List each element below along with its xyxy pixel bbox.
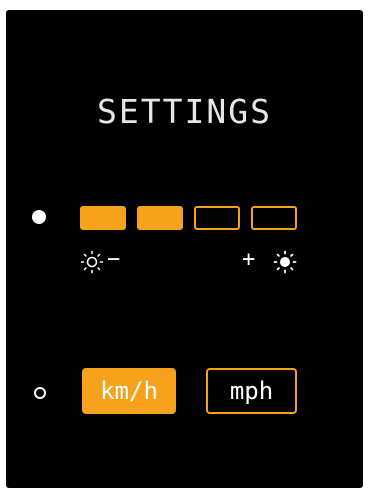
sun-dim-icon[interactable] [80, 250, 104, 274]
brightness-level-1[interactable] [80, 206, 126, 230]
brightness-level-2[interactable] [137, 206, 183, 230]
settings-screen: SETTINGS − + km/h mph [6, 10, 363, 488]
brightness-row-indicator [32, 210, 46, 224]
brightness-increase-sign[interactable]: + [242, 247, 255, 273]
brightness-level-4[interactable] [251, 206, 297, 230]
brightness-decrease-sign[interactable]: − [107, 247, 120, 273]
unit-mph-button[interactable]: mph [206, 368, 297, 414]
sun-bright-icon[interactable] [273, 250, 297, 274]
unit-kmh-button[interactable]: km/h [82, 368, 176, 414]
page-title: SETTINGS [97, 92, 272, 131]
brightness-level-3[interactable] [194, 206, 240, 230]
units-row-indicator [34, 387, 46, 399]
